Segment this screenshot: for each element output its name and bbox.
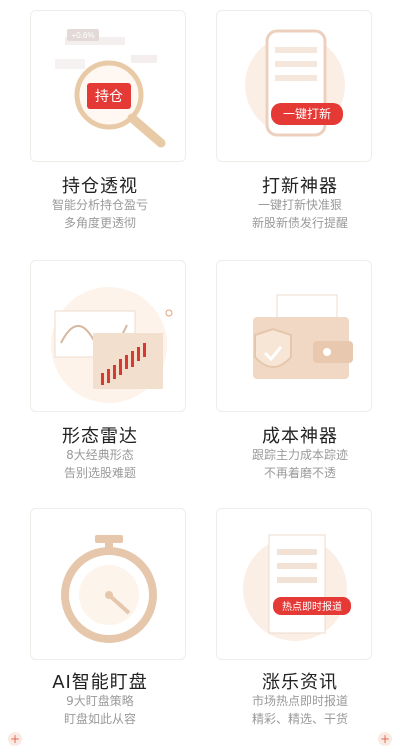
feature-card: 热点即时报道: [216, 508, 372, 660]
wallet-shield-illustration: [253, 294, 353, 379]
feature-desc-line-2: 新股新债发行提醒: [251, 216, 348, 230]
feature-desc-line-1: 9大盯盘策略: [66, 694, 134, 708]
badge-text: 热点即时报道: [282, 600, 342, 613]
tag-text: +0.6%: [72, 31, 95, 40]
badge-text: 持仓: [95, 88, 123, 104]
feature-desc-line-2: 不再着磨不透: [263, 466, 336, 480]
feature-card: 一键打新: [216, 10, 372, 162]
radar-illustration: [51, 287, 173, 403]
feature-tile-ai-watch[interactable]: AI智能盯盘 9大盯盘策略 盯盘如此从容: [0, 498, 200, 744]
feature-desc-line-2: 精彩、精选、干货: [251, 712, 348, 726]
feature-tile-news[interactable]: 热点即时报道 涨乐资讯 市场热点即时报道 精彩、精选、干货: [200, 498, 400, 744]
feature-title: 涨乐资讯: [262, 672, 338, 693]
feature-desc-line-2: 盯盘如此从容: [63, 712, 136, 726]
feature-title: AI智能盯盘: [52, 672, 148, 693]
feature-desc-line-1: 跟踪主力成本踪迹: [251, 448, 348, 462]
phone-illustration: 一键打新: [245, 29, 345, 137]
feature-desc-line-1: 一键打新快准狠: [257, 198, 342, 212]
feature-title: 打新神器: [262, 176, 338, 197]
feature-desc-line-2: 告别选股难题: [63, 466, 136, 480]
feature-title: 形态雷达: [62, 426, 138, 447]
feature-tile-position-analysis[interactable]: 持仓 +0.6% 持仓透视 智能分析持仓盈亏 多角度更透彻: [0, 0, 200, 246]
news-scroll-illustration: 热点即时报道: [243, 534, 351, 641]
feature-desc-line-1: 市场热点即时报道: [251, 694, 348, 708]
feature-desc-line-2: 多角度更透彻: [63, 216, 136, 230]
magnifier-illustration: 持仓 +0.6%: [55, 29, 166, 148]
stopwatch-illustration: [61, 535, 157, 643]
feature-card: [216, 260, 372, 412]
feature-tile-cost-tool[interactable]: 成本神器 跟踪主力成本踪迹 不再着磨不透: [200, 250, 400, 496]
feature-desc-line-1: 8大经典形态: [66, 448, 134, 462]
feature-card: [30, 260, 186, 412]
feature-tile-ipo-subscribe[interactable]: 一键打新 打新神器 一键打新快准狠 新股新债发行提醒: [200, 0, 400, 246]
feature-tile-pattern-radar[interactable]: 形态雷达 8大经典形态 告别选股难题: [0, 250, 200, 496]
decorative-plus-icon: +: [378, 732, 392, 746]
decorative-plus-icon: +: [8, 732, 22, 746]
feature-desc-line-1: 智能分析持仓盈亏: [51, 198, 148, 212]
feature-title: 成本神器: [262, 426, 338, 447]
badge-text: 一键打新: [283, 106, 331, 121]
feature-card: 持仓 +0.6%: [30, 10, 186, 162]
feature-card: [30, 508, 186, 660]
feature-grid: 持仓 +0.6% 持仓透视 智能分析持仓盈亏 多角度更透彻 一键打新 打新神器 …: [0, 0, 400, 754]
feature-title: 持仓透视: [62, 176, 138, 197]
